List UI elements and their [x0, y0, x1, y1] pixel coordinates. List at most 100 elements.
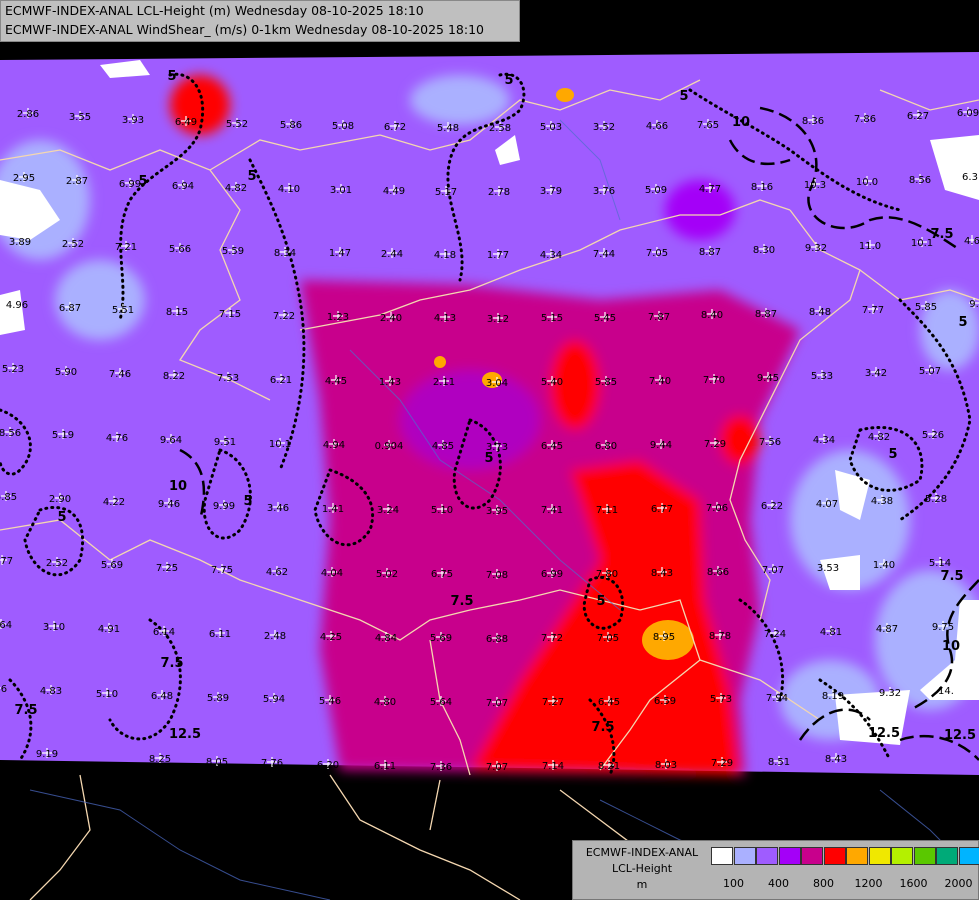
- wind-shear-value-label: 7.70: [703, 375, 725, 386]
- wind-shear-value-label: 6.49: [175, 117, 197, 128]
- wind-shear-value-label: 2.87: [66, 176, 88, 187]
- wind-shear-value-label: 6.94: [172, 181, 194, 192]
- wind-shear-value-label: 9.75: [932, 622, 954, 633]
- wind-shear-value-label: 5.09: [645, 185, 667, 196]
- wind-shear-value-label: 3.55: [69, 112, 91, 123]
- wind-shear-value-label: 8.87: [699, 247, 721, 258]
- wind-shear-value-label: 9.64: [160, 435, 182, 446]
- wind-shear-value-label: 8.03: [655, 760, 677, 771]
- legend-color-swatch: [778, 847, 801, 865]
- wind-shear-value-label: 5.33: [811, 371, 833, 382]
- wind-shear-value-label: 2.78: [488, 187, 510, 198]
- wind-shear-value-label: 6.09: [957, 108, 979, 119]
- wind-shear-value-label: 1.40: [873, 560, 895, 571]
- wind-shear-value-label: 7.29: [704, 439, 726, 450]
- legend-color-swatch: [936, 847, 958, 865]
- contour-value-label: 7.5: [940, 569, 963, 584]
- wind-shear-value-label: 8.30: [753, 245, 775, 256]
- wind-shear-value-label: 2.44: [381, 249, 403, 260]
- wind-shear-value-label: 5.10: [431, 505, 453, 516]
- wind-shear-value-label: 3.04: [486, 378, 508, 389]
- wind-shear-value-label: 7.05: [597, 633, 619, 644]
- wind-shear-value-label: 4.80: [374, 697, 396, 708]
- wind-shear-value-label: 9.: [969, 299, 979, 310]
- wind-shear-value-label: 5.15: [541, 313, 563, 324]
- legend-tick-label: 100: [723, 877, 744, 890]
- color-legend: ECMWF-INDEX-ANAL LCL-Height m 100 400 800 1…: [572, 840, 979, 900]
- contour-value-label: 7.5: [450, 594, 473, 609]
- wind-shear-value-label: 11.0: [859, 241, 881, 252]
- wind-shear-value-label: 5.59: [222, 246, 244, 257]
- wind-shear-value-label: 2.52: [46, 558, 68, 569]
- wind-shear-value-label: 7.15: [219, 309, 241, 320]
- wind-shear-value-label: 6.21: [270, 375, 292, 386]
- wind-shear-value-label: 3.12: [487, 314, 509, 325]
- wind-shear-value-label: 3.95: [486, 506, 508, 517]
- wind-shear-value-label: 4.38: [871, 496, 893, 507]
- wind-shear-value-label: 4.87: [876, 624, 898, 635]
- wind-shear-value-label: 6.80: [595, 441, 617, 452]
- wind-shear-value-label: 8.40: [701, 310, 723, 321]
- contour-value-label: 5: [247, 169, 256, 184]
- wind-shear-value-label: 9.32: [805, 243, 827, 254]
- wind-shear-value-label: 5.23: [2, 364, 24, 375]
- wind-shear-value-label: 6.99: [541, 569, 563, 580]
- wind-shear-value-label: 8.51: [768, 757, 790, 768]
- contour-value-label: 5: [958, 315, 967, 330]
- wind-shear-value-label: 8.48: [809, 307, 831, 318]
- wind-shear-value-label: 2.40: [380, 313, 402, 324]
- wind-shear-value-label: 5.14: [929, 558, 951, 569]
- wind-shear-value-label: 7.27: [542, 697, 564, 708]
- wind-shear-value-label: 5.52: [226, 119, 248, 130]
- wind-shear-value-label: 6.77: [651, 504, 673, 515]
- wind-shear-value-label: 5.64: [0, 620, 12, 631]
- legend-color-swatch: [846, 847, 868, 865]
- wind-shear-value-label: 4.22: [103, 497, 125, 508]
- wind-shear-value-label: 7.07: [486, 698, 508, 709]
- contour-value-label: 7.5: [14, 703, 37, 718]
- wind-shear-value-label: 5.85: [915, 302, 937, 313]
- contour-value-label: 5: [167, 69, 176, 84]
- contour-value-label: 12.5: [944, 728, 976, 743]
- wind-shear-value-label: 0.904: [375, 441, 404, 452]
- wind-shear-value-label: 6.11: [209, 629, 231, 640]
- legend-title: ECMWF-INDEX-ANAL LCL-Height m: [573, 845, 711, 893]
- header-line-2: ECMWF-INDEX-ANAL WindShear_ (m/s) 0-1km …: [5, 22, 484, 37]
- wind-shear-value-label: 6.88: [486, 634, 508, 645]
- wind-shear-value-label: 5.51: [112, 305, 134, 316]
- wind-shear-value-label: 9.44: [650, 440, 672, 451]
- wind-shear-value-label: 5.66: [169, 244, 191, 255]
- wind-shear-value-label: 4.34: [540, 250, 562, 261]
- legend-color-swatch: [756, 847, 778, 865]
- wind-shear-value-label: 4.76: [106, 433, 128, 444]
- wind-shear-value-label: 7.72: [541, 633, 563, 644]
- legend-tick-label: 1600: [899, 877, 928, 890]
- contour-value-label: 7.5: [160, 656, 183, 671]
- contour-value-label: 12.5: [169, 727, 201, 742]
- wind-shear-value-label: 3.24: [377, 505, 399, 516]
- wind-shear-value-label: 8.56: [909, 175, 931, 186]
- contour-value-label: 5: [679, 89, 688, 104]
- wind-shear-value-label: 5.64: [430, 697, 452, 708]
- wind-shear-value-label: 7.77: [862, 305, 884, 316]
- wind-shear-value-label: 5.28: [925, 494, 947, 505]
- wind-shear-value-label: 9.51: [214, 437, 236, 448]
- wind-shear-value-label: 4.6: [964, 236, 979, 247]
- wind-shear-value-label: 6.59: [654, 696, 676, 707]
- wind-shear-value-label: 3.42: [865, 368, 887, 379]
- wind-shear-value-label: 8.66: [707, 567, 729, 578]
- wind-shear-value-label: 7.44: [593, 249, 615, 260]
- legend-color-swatch: [711, 847, 733, 865]
- wind-shear-value-label: 3.89: [9, 237, 31, 248]
- wind-shear-value-label: 7.08: [486, 570, 508, 581]
- wind-shear-value-label: 8.15: [166, 307, 188, 318]
- wind-shear-value-label: 5.46: [319, 696, 341, 707]
- wind-shear-value-label: 6.72: [384, 122, 406, 133]
- wind-shear-value-label: 6.11: [374, 761, 396, 772]
- wind-shear-value-label: 9.32: [879, 688, 901, 699]
- wind-shear-value-label: 4.77: [699, 184, 721, 195]
- wind-shear-value-label: 7.24: [764, 629, 786, 640]
- wind-shear-value-label: 4.81: [820, 627, 842, 638]
- wind-shear-value-label: 3.53: [817, 563, 839, 574]
- contour-value-label: 10: [169, 479, 187, 494]
